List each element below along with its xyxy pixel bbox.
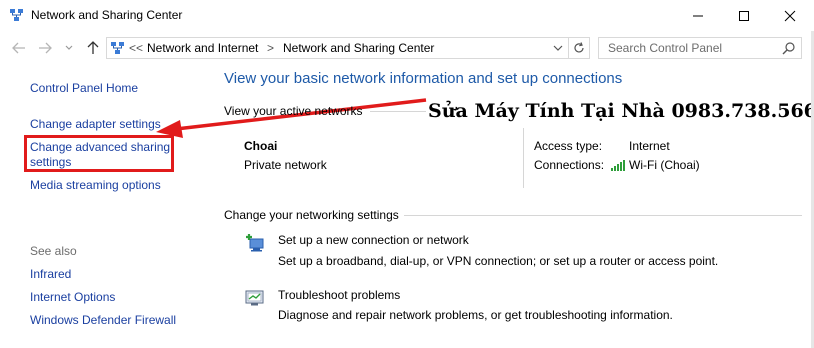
up-arrow-icon: [87, 41, 99, 54]
wifi-signal-icon: [611, 160, 625, 171]
section-divider: [404, 215, 802, 216]
address-overflow-chevron[interactable]: <<: [129, 41, 143, 55]
refresh-icon[interactable]: [573, 42, 585, 54]
connections-label: Connections:: [534, 158, 605, 172]
section-divider: [370, 111, 426, 112]
media-streaming-options-link[interactable]: Media streaming options: [30, 178, 161, 192]
window-title: Network and Sharing Center: [31, 8, 183, 22]
chevron-down-icon: [65, 45, 73, 50]
network-divider: [523, 128, 524, 188]
infrared-link[interactable]: Infrared: [30, 267, 71, 281]
control-panel-home-link[interactable]: Control Panel Home: [30, 81, 138, 95]
back-arrow-icon: [12, 42, 25, 54]
page-title: View your basic network information and …: [224, 70, 623, 87]
wifi-connection-link[interactable]: Wi-Fi (Choai): [629, 158, 700, 172]
network-center-icon: [10, 9, 23, 21]
search-icon[interactable]: [782, 41, 796, 55]
breadcrumb-separator[interactable]: >: [267, 41, 274, 55]
address-bar[interactable]: << Network and Internet > Network and Sh…: [106, 37, 590, 59]
new-connection-icon: [246, 234, 264, 252]
watermark-overlay-text: Sửa Máy Tính Tại Nhà 0983.738.566: [428, 100, 814, 122]
close-button[interactable]: [767, 0, 813, 31]
troubleshoot-problems-description: Diagnose and repair network problems, or…: [278, 308, 673, 322]
maximize-icon: [739, 10, 749, 21]
troubleshoot-problems-link[interactable]: Troubleshoot problems: [278, 288, 400, 302]
forward-button[interactable]: [36, 39, 54, 57]
breadcrumb-network-internet[interactable]: Network and Internet: [147, 41, 258, 55]
windows-defender-firewall-link[interactable]: Windows Defender Firewall: [30, 313, 176, 327]
recent-locations-button[interactable]: [60, 39, 78, 57]
minimize-button[interactable]: [675, 0, 721, 31]
address-dropdown-icon[interactable]: [553, 44, 563, 52]
close-icon: [784, 10, 796, 21]
up-button[interactable]: [84, 39, 102, 57]
network-center-icon: [111, 42, 124, 54]
setup-new-connection-link[interactable]: Set up a new connection or network: [278, 233, 469, 247]
navigation-bar: << Network and Internet > Network and Sh…: [0, 34, 814, 62]
access-type-value: Internet: [629, 139, 670, 153]
back-button[interactable]: [10, 39, 28, 57]
active-networks-label: View your active networks: [224, 104, 363, 118]
search-box[interactable]: Search Control Panel: [598, 37, 802, 59]
troubleshoot-icon: [245, 290, 264, 306]
see-also-label: See also: [30, 244, 77, 258]
minimize-icon: [693, 15, 703, 16]
setup-new-connection-description: Set up a broadband, dial-up, or VPN conn…: [278, 254, 719, 268]
network-type: Private network: [244, 158, 327, 172]
network-name: Choai: [244, 139, 278, 153]
forward-arrow-icon: [39, 42, 52, 54]
annotation-arrow-icon: [156, 98, 427, 138]
access-type-label: Access type:: [534, 139, 603, 153]
maximize-button[interactable]: [721, 0, 767, 31]
change-adapter-settings-link[interactable]: Change adapter settings: [30, 117, 161, 131]
change-settings-label: Change your networking settings: [224, 208, 399, 222]
search-placeholder: Search Control Panel: [608, 41, 723, 55]
address-divider: [568, 38, 569, 58]
title-bar: Network and Sharing Center: [0, 0, 814, 31]
internet-options-link[interactable]: Internet Options: [30, 290, 115, 304]
breadcrumb-network-sharing-center[interactable]: Network and Sharing Center: [283, 41, 434, 55]
